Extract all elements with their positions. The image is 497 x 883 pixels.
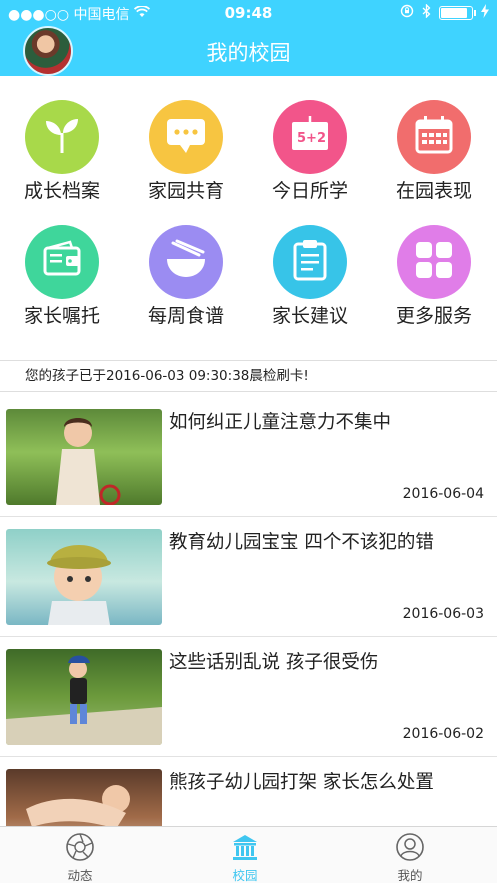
news-thumbnail — [6, 529, 162, 625]
aperture-icon — [64, 831, 96, 863]
grid-item-circle — [149, 225, 223, 299]
clipboard-icon — [290, 238, 330, 286]
news-title: 如何纠正儿童注意力不集中 — [169, 412, 392, 433]
sprout-icon — [40, 113, 84, 161]
status-right — [400, 3, 489, 22]
grid-item-circle — [273, 225, 347, 299]
grid-item-label: 家园共育 — [147, 180, 224, 202]
grid-squares-icon — [413, 239, 455, 285]
tab-label: 校园 — [232, 868, 258, 883]
grid-item-more-services[interactable]: 更多服务 — [372, 225, 496, 345]
tab-dynamics[interactable]: 动态 — [40, 831, 120, 883]
grid-item-label: 家长建议 — [271, 305, 348, 327]
grid-item-home-school[interactable]: 家园共育 — [124, 100, 248, 220]
news-item[interactable]: 熊孩子幼儿园打架 家长怎么处置 — [0, 757, 497, 827]
grid-item-label: 每周食谱 — [147, 305, 224, 327]
divider — [0, 360, 497, 361]
tab-mine[interactable]: 我的 — [370, 831, 450, 883]
tab-label: 我的 — [397, 868, 423, 883]
news-thumbnail — [6, 409, 162, 505]
news-title: 教育幼儿园宝宝 四个不该犯的错 — [169, 532, 434, 553]
grid-item-circle — [149, 100, 223, 174]
feature-grid: 成长档案 家园共育 5+2 今日所学 在园表现 家长嘱托 每周食谱 家长建议 更… — [0, 90, 497, 340]
charging-icon — [481, 4, 489, 22]
battery-icon — [439, 6, 476, 20]
grid-item-circle — [25, 225, 99, 299]
news-list: 如何纠正儿童注意力不集中 2016-06-04 教育幼儿园宝宝 四个不该犯的错 … — [0, 397, 497, 827]
svg-text:5+2: 5+2 — [297, 131, 326, 146]
school-building-icon — [229, 831, 261, 863]
news-thumbnail — [6, 769, 162, 827]
news-date: 2016-06-02 — [402, 726, 484, 742]
news-title: 熊孩子幼儿园打架 家长怎么处置 — [169, 772, 434, 793]
news-item[interactable]: 如何纠正儿童注意力不集中 2016-06-04 — [0, 397, 497, 517]
grid-item-label: 更多服务 — [395, 305, 472, 327]
calendar-icon — [412, 114, 456, 160]
grid-item-weekly-menu[interactable]: 每周食谱 — [124, 225, 248, 345]
grid-item-parent-suggestions[interactable]: 家长建议 — [248, 225, 372, 345]
bowl-chopsticks-icon — [163, 239, 209, 285]
page-title: 我的校园 — [206, 41, 291, 65]
grid-item-school-performance[interactable]: 在园表现 — [372, 100, 496, 220]
grid-item-circle — [397, 100, 471, 174]
grid-item-circle — [25, 100, 99, 174]
news-item[interactable]: 教育幼儿园宝宝 四个不该犯的错 2016-06-03 — [0, 517, 497, 637]
grid-item-circle: 5+2 — [273, 100, 347, 174]
news-thumbnail — [6, 649, 162, 745]
grid-item-circle — [397, 225, 471, 299]
news-date: 2016-06-03 — [402, 606, 484, 622]
grid-item-label: 在园表现 — [395, 180, 472, 202]
grid-item-parent-instructions[interactable]: 家长嘱托 — [0, 225, 124, 345]
nav-bar: 我的校园 — [0, 26, 497, 76]
attendance-notice: 您的孩子已于2016-06-03 09:30:38晨检刷卡! — [25, 368, 309, 384]
user-circle-icon — [394, 831, 426, 863]
news-title: 这些话别乱说 孩子很受伤 — [169, 652, 379, 673]
tab-bar: 动态 校园 我的 — [0, 826, 497, 883]
divider — [0, 391, 497, 392]
news-date: 2016-06-04 — [402, 486, 484, 502]
bluetooth-icon — [422, 3, 431, 22]
grid-item-today-learning[interactable]: 5+2 今日所学 — [248, 100, 372, 220]
status-bar: ●●●○○ 中国电信 09:48 — [0, 0, 497, 26]
grid-item-growth-record[interactable]: 成长档案 — [0, 100, 124, 220]
grid-item-label: 今日所学 — [271, 180, 348, 202]
chat-bubble-icon — [164, 115, 208, 159]
tab-campus[interactable]: 校园 — [205, 831, 285, 883]
blackboard-icon: 5+2 — [288, 114, 332, 160]
grid-item-label: 成长档案 — [23, 180, 100, 202]
grid-item-label: 家长嘱托 — [23, 305, 100, 327]
tab-label: 动态 — [67, 868, 93, 883]
orientation-lock-icon — [400, 4, 414, 22]
news-item[interactable]: 这些话别乱说 孩子很受伤 2016-06-02 — [0, 637, 497, 757]
wallet-icon — [40, 240, 84, 284]
